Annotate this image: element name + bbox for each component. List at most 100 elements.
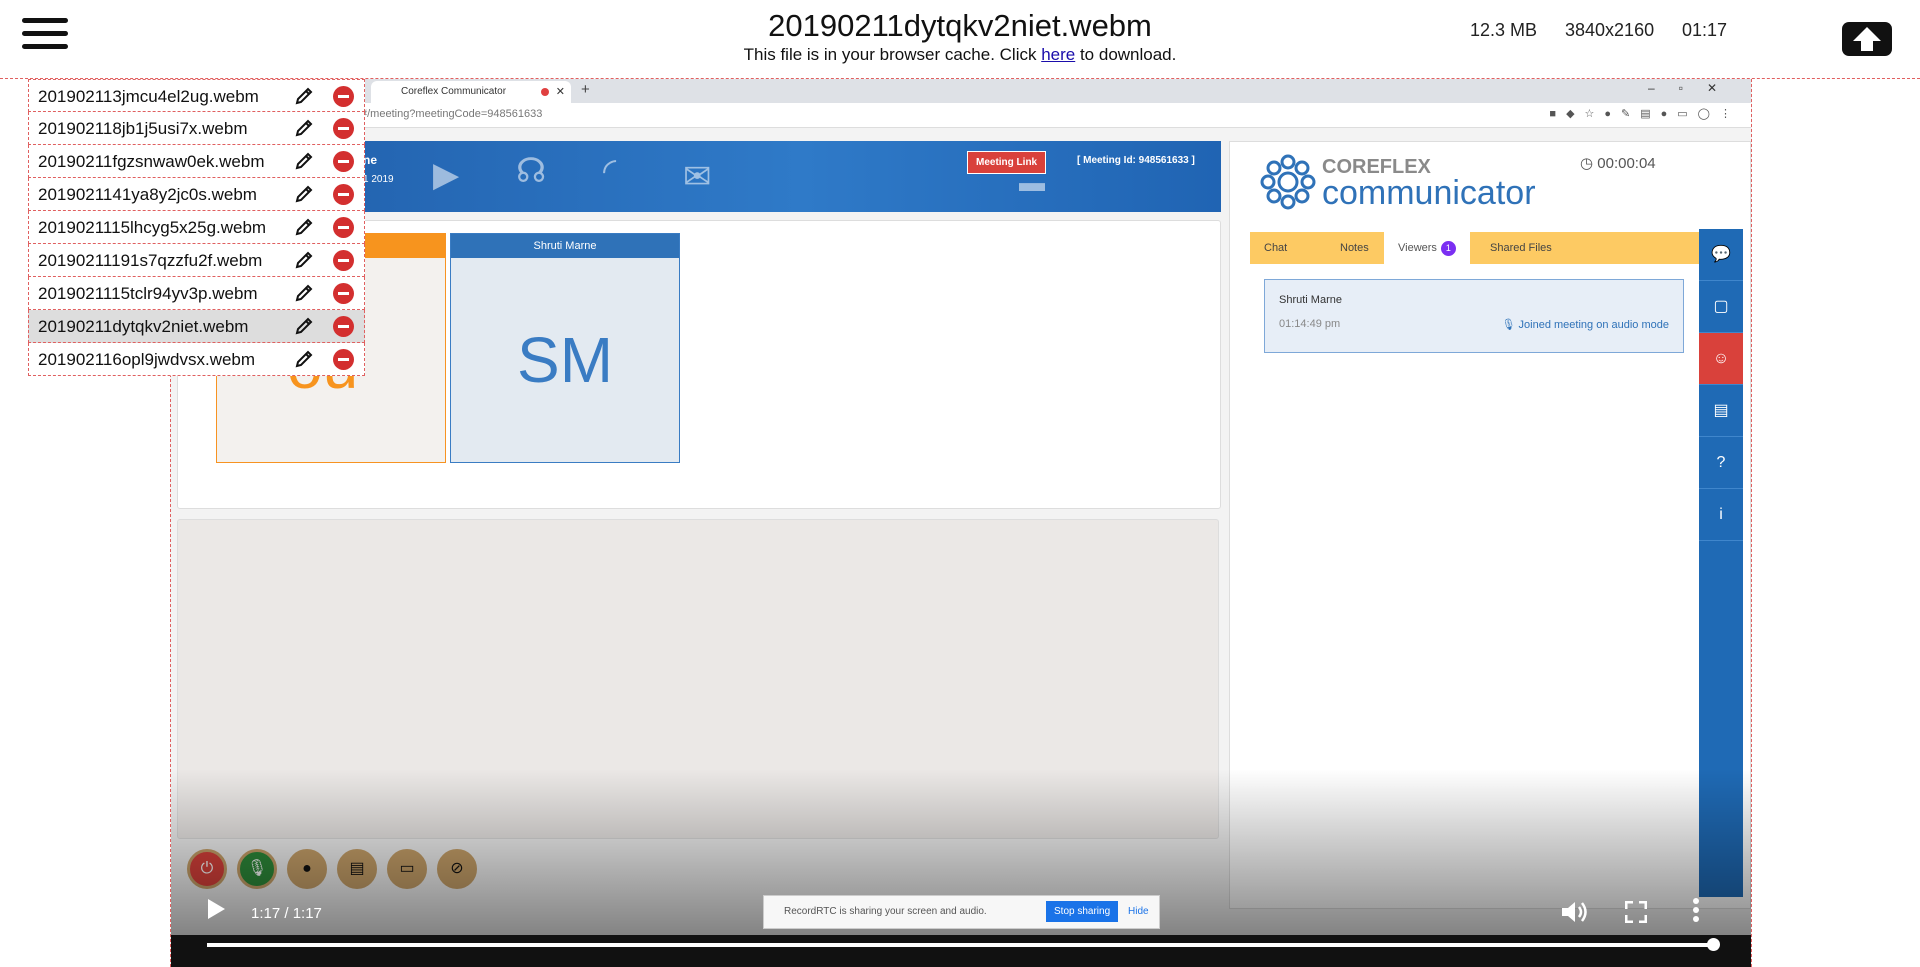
timer-value: 00:00:04 <box>1597 155 1656 172</box>
notes-icon[interactable]: ▢ <box>1699 281 1743 333</box>
wifi-icon: ◜ <box>603 152 617 190</box>
delete-icon[interactable] <box>333 250 354 271</box>
viewers-badge: 1 <box>1440 241 1456 256</box>
progress-fill <box>207 943 1712 947</box>
delete-icon[interactable] <box>333 184 354 205</box>
progress-thumb[interactable] <box>1707 938 1720 951</box>
participant-name: Shruti Marne <box>451 234 679 258</box>
pencil-icon[interactable] <box>295 350 313 368</box>
file-list-item[interactable]: 201902118jb1j5usi7x.webm <box>28 112 365 145</box>
cache-text-before: This file is in your browser cache. Clic… <box>743 45 1042 64</box>
tab-viewers[interactable]: Viewers 1 <box>1384 232 1470 264</box>
file-list-item[interactable]: 201902113jmcu4el2ug.webm <box>28 79 365 112</box>
file-name: 20190211dytqkv2niet.webm <box>38 317 249 336</box>
delete-icon[interactable] <box>333 283 354 304</box>
file-list-item[interactable]: 2019021115tclr94yv3p.webm <box>28 277 365 310</box>
file-list-item[interactable]: 20190211191s7qzzfu2f.webm <box>28 244 365 277</box>
viewer-name: Shruti Marne <box>1279 294 1342 306</box>
file-list-item[interactable]: 2019021115lhcyg5x25g.webm <box>28 211 365 244</box>
delete-icon[interactable] <box>333 316 354 337</box>
sharing-notification: RecordRTC is sharing your screen and aud… <box>763 895 1160 929</box>
viewer-status-text: Joined meeting on audio mode <box>1518 319 1669 331</box>
tab-notes[interactable]: Notes <box>1340 232 1369 264</box>
browser-toolbar-icons: ■◆☆●✎▤●▭◯⋮ <box>1549 108 1741 120</box>
recording-dot-icon <box>541 88 549 96</box>
file-list: 201902113jmcu4el2ug.webm 201902118jb1j5us… <box>28 79 365 376</box>
download-link[interactable]: here <box>1041 45 1075 64</box>
file-name: 201902118jb1j5usi7x.webm <box>38 119 248 138</box>
viewers-icon[interactable]: ☺ <box>1699 333 1743 385</box>
banner-date: 1 2019 <box>363 174 394 185</box>
mail-icon: ✉ <box>683 158 712 196</box>
pencil-icon[interactable] <box>295 317 313 335</box>
file-name: 20190211fgzsnwaw0ek.webm <box>38 152 265 171</box>
stop-sharing-button[interactable]: Stop sharing <box>1046 901 1119 922</box>
mic-icon: 🎙 <box>1501 319 1516 331</box>
delete-icon[interactable] <box>333 151 354 172</box>
delete-icon[interactable] <box>333 217 354 238</box>
pencil-icon[interactable] <box>295 87 313 105</box>
browser-tab[interactable]: Coreflex Communicator ✕ <box>371 81 571 103</box>
meeting-timer: ◷ 00:00:04 <box>1580 155 1656 172</box>
window-controls[interactable]: –▫✕ <box>1648 81 1741 95</box>
video-player[interactable]: Coreflex Communicator ✕ + –▫✕ #/meeting?… <box>170 79 1752 967</box>
tab-chat[interactable]: Chat <box>1264 232 1287 264</box>
play-icon: ▶ <box>433 156 460 194</box>
meeting-id: [ Meeting Id: 948561633 ] <box>1077 155 1195 166</box>
file-name: 201902116opl9jwdvsx.webm <box>38 350 256 369</box>
file-name: 2019021115lhcyg5x25g.webm <box>38 218 267 237</box>
brand-name: communicator <box>1322 174 1536 212</box>
delete-icon[interactable] <box>333 86 354 107</box>
play-icon[interactable] <box>205 897 227 921</box>
delete-icon[interactable] <box>333 349 354 370</box>
cache-text-after: to download. <box>1075 45 1177 64</box>
info-icon[interactable]: i <box>1699 489 1743 541</box>
more-options-icon[interactable] <box>1691 897 1701 923</box>
participant-initials: SM <box>517 324 613 396</box>
document-icon[interactable]: ▤ <box>1699 385 1743 437</box>
upload-button[interactable] <box>1842 22 1892 56</box>
browser-tab-title: Coreflex Communicator <box>401 86 507 97</box>
top-bar: 20190211dytqkv2niet.webm This file is in… <box>0 0 1920 79</box>
upload-icon <box>1853 27 1881 51</box>
tab-viewers-label: Viewers <box>1398 242 1437 254</box>
duration: 01:17 <box>1682 20 1728 40</box>
panel-tabs: Chat Notes Viewers 1 Shared Files <box>1250 232 1705 264</box>
file-list-item[interactable]: 20190211fgzsnwaw0ek.webm <box>28 145 365 178</box>
resolution: 3840x2160 <box>1565 20 1655 40</box>
meeting-link-button[interactable]: Meeting Link <box>967 151 1047 174</box>
hide-button[interactable]: Hide <box>1128 906 1149 917</box>
file-name: 2019021141ya8y2jc0s.webm <box>38 185 257 204</box>
sharing-text: RecordRTC is sharing your screen and aud… <box>784 906 987 917</box>
playback-time: 1:17 / 1:17 <box>251 905 322 922</box>
pencil-icon[interactable] <box>295 251 313 269</box>
file-list-item[interactable]: 20190211dytqkv2niet.webm <box>28 310 365 343</box>
participant-sm: Shruti Marne SM <box>450 233 680 463</box>
pencil-icon[interactable] <box>295 152 313 170</box>
fullscreen-icon[interactable] <box>1625 901 1647 923</box>
address-bar[interactable]: #/meeting?meetingCode=948561633 ■◆☆●✎▤●▭… <box>171 103 1751 128</box>
file-list-item[interactable]: 201902116opl9jwdvsx.webm <box>28 343 365 376</box>
file-name: 201902113jmcu4el2ug.webm <box>38 87 259 106</box>
viewer-time: 01:14:49 pm <box>1279 318 1341 330</box>
file-list-item[interactable]: 2019021141ya8y2jc0s.webm <box>28 178 365 211</box>
volume-icon[interactable] <box>1560 899 1590 925</box>
cache-note: This file is in your browser cache. Clic… <box>0 45 1920 65</box>
tab-shared-files[interactable]: Shared Files <box>1490 232 1552 264</box>
file-name: 2019021115tclr94yv3p.webm <box>38 284 258 303</box>
headset-icon: ☊ <box>516 152 547 190</box>
progress-bar[interactable] <box>207 938 1720 951</box>
delete-icon[interactable] <box>333 118 354 139</box>
file-size: 12.3 MB <box>1470 20 1538 40</box>
new-tab-icon[interactable]: + <box>581 81 590 98</box>
viewer-status: 🎙 Joined meeting on audio mode <box>1502 318 1669 331</box>
tab-close-icon[interactable]: ✕ <box>556 81 565 103</box>
pencil-icon[interactable] <box>295 284 313 302</box>
pencil-icon[interactable] <box>295 119 313 137</box>
pencil-icon[interactable] <box>295 185 313 203</box>
url-text: #/meeting?meetingCode=948561633 <box>361 108 543 120</box>
taskbar <box>171 935 1751 967</box>
help-icon[interactable]: ? <box>1699 437 1743 489</box>
chat-icon[interactable]: 💬 <box>1699 229 1743 281</box>
pencil-icon[interactable] <box>295 218 313 236</box>
